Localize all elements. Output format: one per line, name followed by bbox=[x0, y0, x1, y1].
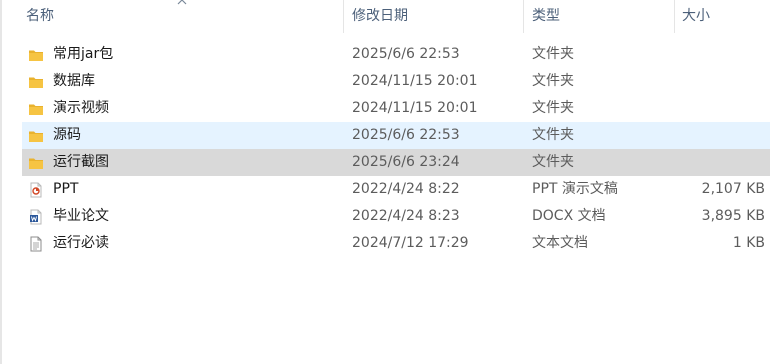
file-name: PPT bbox=[53, 181, 79, 197]
file-modified-date: 2022/4/24 8:22 bbox=[352, 181, 460, 197]
column-divider[interactable] bbox=[523, 0, 524, 33]
text-file-icon bbox=[28, 235, 44, 252]
file-type: 文件夹 bbox=[532, 73, 574, 89]
file-name: 毕业论文 bbox=[53, 208, 109, 224]
file-name: 运行必读 bbox=[53, 235, 109, 251]
file-modified-date: 2024/11/15 20:01 bbox=[352, 73, 478, 89]
column-header-name[interactable]: 名称 bbox=[26, 0, 54, 33]
ppt-file-icon bbox=[28, 181, 44, 198]
file-name: 运行截图 bbox=[53, 154, 109, 170]
file-type: 文本文档 bbox=[532, 235, 588, 251]
file-row[interactable]: 常用jar包 2025/6/6 22:53 文件夹 bbox=[22, 41, 770, 68]
file-name: 演示视频 bbox=[53, 100, 109, 116]
file-name: 源码 bbox=[53, 127, 81, 143]
file-size: 1 KB bbox=[732, 235, 765, 251]
folder-icon bbox=[28, 73, 44, 89]
file-row[interactable]: 演示视频 2024/11/15 20:01 文件夹 bbox=[22, 95, 770, 122]
file-name: 数据库 bbox=[53, 73, 95, 89]
file-type: DOCX 文档 bbox=[532, 208, 606, 224]
file-size: 2,107 KB bbox=[701, 181, 765, 197]
column-header-row: 名称 修改日期 类型 大小 bbox=[0, 0, 776, 33]
sort-ascending-icon bbox=[177, 0, 187, 5]
file-type: 文件夹 bbox=[532, 46, 574, 62]
folder-icon bbox=[28, 46, 44, 62]
file-type: 文件夹 bbox=[532, 127, 574, 143]
file-row[interactable]: 运行截图 2025/6/6 23:24 文件夹 bbox=[22, 149, 770, 176]
file-row[interactable]: 源码 2025/6/6 22:53 文件夹 bbox=[22, 122, 770, 149]
file-list: 常用jar包 2025/6/6 22:53 文件夹 数据库 2024/11/15 20:… bbox=[22, 41, 770, 257]
file-type: PPT 演示文稿 bbox=[532, 181, 618, 197]
file-modified-date: 2024/7/12 17:29 bbox=[352, 235, 469, 251]
folder-icon bbox=[28, 100, 44, 116]
file-row[interactable]: 毕业论文 2022/4/24 8:23 DOCX 文档 3,895 KB bbox=[22, 203, 770, 230]
column-divider[interactable] bbox=[343, 0, 344, 33]
file-modified-date: 2022/4/24 8:23 bbox=[352, 208, 460, 224]
file-row[interactable]: PPT 2022/4/24 8:22 PPT 演示文稿 2,107 KB bbox=[22, 176, 770, 203]
column-header-size[interactable]: 大小 bbox=[682, 0, 710, 33]
file-modified-date: 2024/11/15 20:01 bbox=[352, 100, 478, 116]
file-row[interactable]: 运行必读 2024/7/12 17:29 文本文档 1 KB bbox=[22, 230, 770, 257]
folder-icon bbox=[28, 154, 44, 170]
file-type: 文件夹 bbox=[532, 100, 574, 116]
file-modified-date: 2025/6/6 22:53 bbox=[352, 46, 460, 62]
file-size: 3,895 KB bbox=[701, 208, 765, 224]
column-header-type[interactable]: 类型 bbox=[532, 0, 560, 33]
column-header-date[interactable]: 修改日期 bbox=[352, 0, 408, 33]
column-divider[interactable] bbox=[674, 0, 675, 33]
file-modified-date: 2025/6/6 22:53 bbox=[352, 127, 460, 143]
folder-icon bbox=[28, 127, 44, 143]
pane-border bbox=[0, 0, 2, 364]
word-file-icon bbox=[28, 208, 44, 225]
file-type: 文件夹 bbox=[532, 154, 574, 170]
file-row[interactable]: 数据库 2024/11/15 20:01 文件夹 bbox=[22, 68, 770, 95]
file-modified-date: 2025/6/6 23:24 bbox=[352, 154, 460, 170]
file-name: 常用jar包 bbox=[53, 46, 114, 62]
